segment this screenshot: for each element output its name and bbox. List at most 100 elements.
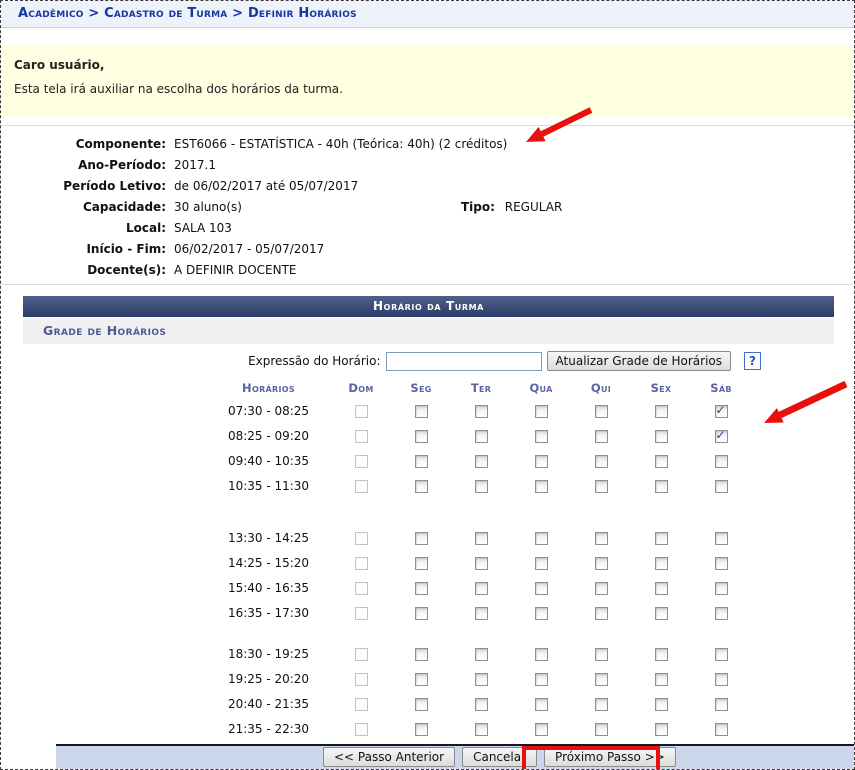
checkbox-sex[interactable] xyxy=(655,648,668,661)
update-grid-button[interactable]: Atualizar Grade de Horários xyxy=(547,351,731,371)
checkbox-ter[interactable] xyxy=(475,532,488,545)
checkbox-qui[interactable] xyxy=(595,405,608,418)
checkbox-seg[interactable] xyxy=(415,723,428,736)
checkbox-dom[interactable] xyxy=(355,480,368,493)
checkbox-ter[interactable] xyxy=(475,455,488,468)
checkbox-dom[interactable] xyxy=(355,405,368,418)
checkbox-ter[interactable] xyxy=(475,698,488,711)
detail-row-periodo-letivo: Período Letivo: de 06/02/2017 até 05/07/… xyxy=(1,176,854,197)
checkbox-sab[interactable] xyxy=(715,405,728,418)
checkbox-sab[interactable] xyxy=(715,698,728,711)
checkbox-ter[interactable] xyxy=(475,430,488,443)
grid-block-evening: 18:30 - 19:25 19:25 - 20:20 20 xyxy=(206,641,816,741)
checkbox-ter[interactable] xyxy=(475,607,488,620)
checkbox-sab[interactable] xyxy=(715,723,728,736)
checkbox-qua[interactable] xyxy=(535,532,548,545)
checkbox-qua[interactable] xyxy=(535,405,548,418)
checkbox-sab[interactable] xyxy=(715,455,728,468)
detail-row-componente: Componente: EST6066 - ESTATÍSTICA - 40h … xyxy=(1,134,854,155)
checkbox-sex[interactable] xyxy=(655,582,668,595)
checkbox-qua[interactable] xyxy=(535,673,548,686)
checkbox-sex[interactable] xyxy=(655,698,668,711)
checkbox-qui[interactable] xyxy=(595,698,608,711)
checkbox-sex[interactable] xyxy=(655,455,668,468)
checkbox-seg[interactable] xyxy=(415,648,428,661)
checkbox-qui[interactable] xyxy=(595,480,608,493)
checkbox-qui[interactable] xyxy=(595,607,608,620)
next-step-button[interactable]: Próximo Passo >> xyxy=(544,747,676,767)
checkbox-qui[interactable] xyxy=(595,557,608,570)
breadcrumb[interactable]: Acadêmico > Cadastro de Turma > Definir … xyxy=(1,1,854,27)
checkbox-dom[interactable] xyxy=(355,430,368,443)
checkbox-dom[interactable] xyxy=(355,673,368,686)
checkbox-sab[interactable] xyxy=(715,532,728,545)
time-slot-label: 19:25 - 20:20 xyxy=(206,672,331,686)
checkbox-dom[interactable] xyxy=(355,532,368,545)
checkbox-qui[interactable] xyxy=(595,532,608,545)
checkbox-dom[interactable] xyxy=(355,698,368,711)
checkbox-sab[interactable] xyxy=(715,582,728,595)
checkbox-sab[interactable] xyxy=(715,430,728,443)
checkbox-sex[interactable] xyxy=(655,430,668,443)
checkbox-qui[interactable] xyxy=(595,455,608,468)
checkbox-qua[interactable] xyxy=(535,648,548,661)
checkbox-sex[interactable] xyxy=(655,723,668,736)
detail-row-docentes: Docente(s): A DEFINIR DOCENTE xyxy=(1,260,854,281)
checkbox-seg[interactable] xyxy=(415,455,428,468)
checkbox-sex[interactable] xyxy=(655,532,668,545)
checkbox-seg[interactable] xyxy=(415,430,428,443)
detail-label: Período Letivo: xyxy=(1,176,172,197)
checkbox-seg[interactable] xyxy=(415,673,428,686)
checkbox-qui[interactable] xyxy=(595,648,608,661)
checkbox-qua[interactable] xyxy=(535,607,548,620)
checkbox-ter[interactable] xyxy=(475,480,488,493)
checkbox-sex[interactable] xyxy=(655,480,668,493)
checkbox-seg[interactable] xyxy=(415,557,428,570)
checkbox-sab[interactable] xyxy=(715,648,728,661)
checkbox-sex[interactable] xyxy=(655,673,668,686)
checkbox-dom[interactable] xyxy=(355,648,368,661)
checkbox-qua[interactable] xyxy=(535,455,548,468)
checkbox-qua[interactable] xyxy=(535,557,548,570)
previous-step-button[interactable]: << Passo Anterior xyxy=(323,747,455,767)
checkbox-ter[interactable] xyxy=(475,673,488,686)
help-icon[interactable]: ? xyxy=(744,352,761,370)
checkbox-qua[interactable] xyxy=(535,698,548,711)
detail-label: Ano-Período: xyxy=(1,155,172,176)
checkbox-qui[interactable] xyxy=(595,582,608,595)
checkbox-ter[interactable] xyxy=(475,582,488,595)
checkbox-dom[interactable] xyxy=(355,455,368,468)
checkbox-ter[interactable] xyxy=(475,723,488,736)
checkbox-qua[interactable] xyxy=(535,430,548,443)
checkbox-dom[interactable] xyxy=(355,582,368,595)
checkbox-qui[interactable] xyxy=(595,430,608,443)
checkbox-dom[interactable] xyxy=(355,723,368,736)
checkbox-ter[interactable] xyxy=(475,405,488,418)
checkbox-seg[interactable] xyxy=(415,698,428,711)
checkbox-ter[interactable] xyxy=(475,557,488,570)
checkbox-dom[interactable] xyxy=(355,607,368,620)
checkbox-sab[interactable] xyxy=(715,607,728,620)
checkbox-seg[interactable] xyxy=(415,532,428,545)
checkbox-seg[interactable] xyxy=(415,480,428,493)
checkbox-qui[interactable] xyxy=(595,723,608,736)
checkbox-sex[interactable] xyxy=(655,607,668,620)
checkbox-seg[interactable] xyxy=(415,607,428,620)
cancel-button[interactable]: Cancelar xyxy=(462,747,537,767)
checkbox-qua[interactable] xyxy=(535,582,548,595)
checkbox-qua[interactable] xyxy=(535,480,548,493)
checkbox-seg[interactable] xyxy=(415,405,428,418)
checkbox-sab[interactable] xyxy=(715,480,728,493)
checkbox-sex[interactable] xyxy=(655,557,668,570)
schedule-row: 19:25 - 20:20 xyxy=(206,666,816,691)
checkbox-sex[interactable] xyxy=(655,405,668,418)
checkbox-qui[interactable] xyxy=(595,673,608,686)
expression-input[interactable] xyxy=(386,352,542,371)
checkbox-seg[interactable] xyxy=(415,582,428,595)
checkbox-sab[interactable] xyxy=(715,673,728,686)
checkbox-qua[interactable] xyxy=(535,723,548,736)
checkbox-dom[interactable] xyxy=(355,557,368,570)
checkbox-sab[interactable] xyxy=(715,557,728,570)
checkbox-ter[interactable] xyxy=(475,648,488,661)
schedule-row: 20:40 - 21:35 xyxy=(206,691,816,716)
